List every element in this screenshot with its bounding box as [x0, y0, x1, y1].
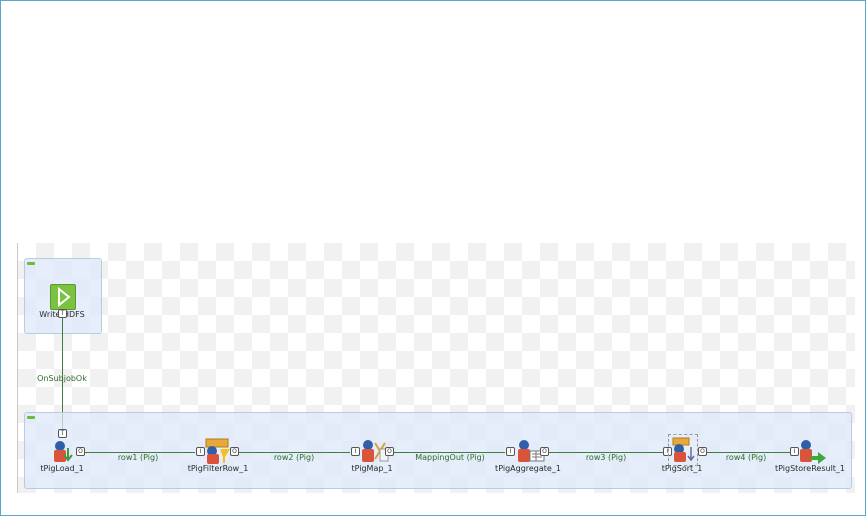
play-arrow-icon: [58, 286, 71, 308]
trigger-link-label: OnSubjobOk: [37, 374, 87, 383]
component-label: tPigSort_1: [661, 464, 703, 473]
subjob-pig-flow[interactable]: [24, 412, 852, 489]
link-label-row2: row2 (Pig): [273, 453, 315, 462]
output-port[interactable]: O: [385, 447, 394, 456]
output-port[interactable]: O: [540, 447, 549, 456]
output-port[interactable]: O: [76, 447, 85, 456]
component-tpigstoreresult[interactable]: [796, 437, 836, 464]
component-label: tPigStoreResult_1: [774, 464, 846, 473]
link-label-row1: row1 (Pig): [117, 453, 159, 462]
hdfs-start-component[interactable]: [50, 284, 76, 310]
component-label: tPigMap_1: [351, 464, 393, 473]
trigger-port[interactable]: T: [58, 309, 67, 318]
link-label-mappingout: MappingOut (Pig): [415, 453, 485, 462]
trigger-input-port[interactable]: T: [58, 429, 67, 438]
subjob-collapse-toggle[interactable]: [27, 416, 35, 419]
component-label: tPigFilterRow_1: [187, 464, 249, 473]
output-port[interactable]: O: [698, 447, 707, 456]
link-label-row4: row4 (Pig): [725, 453, 767, 462]
component-label: tPigAggregate_1: [495, 464, 561, 473]
pig-sort-icon: [672, 437, 695, 462]
component-tpigsort[interactable]: [668, 434, 698, 466]
component-label: tPigLoad_1: [40, 464, 84, 473]
link-label-row3: row3 (Pig): [585, 453, 627, 462]
job-designer-canvas[interactable]: Write HDFS T OnSubjobOk T row1 (Pig) row…: [17, 243, 855, 493]
subjob-collapse-toggle[interactable]: [27, 262, 35, 265]
pig-store-icon: [800, 440, 826, 464]
output-port[interactable]: O: [230, 447, 239, 456]
